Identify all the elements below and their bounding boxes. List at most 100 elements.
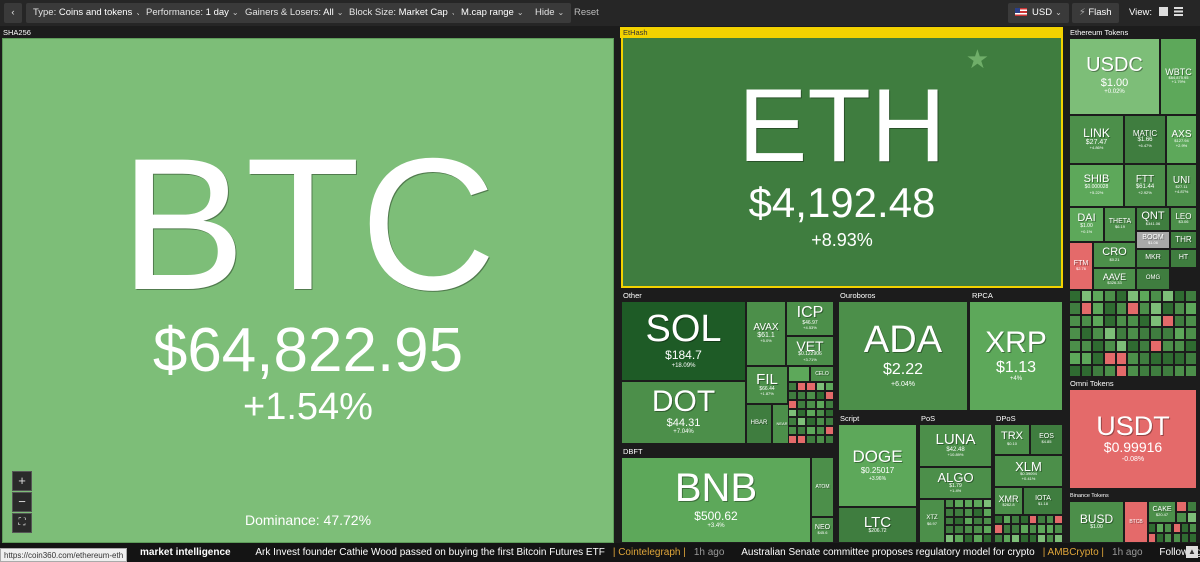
tile-iota[interactable]: IOTA $1.18 [1023,487,1063,515]
mini-coin-tile[interactable] [824,435,834,444]
mini-coin-tile[interactable] [1069,314,1081,328]
mini-coin-tile[interactable] [945,525,955,535]
mini-coin-tile[interactable] [1138,364,1151,377]
treemap-view-icon[interactable] [1158,7,1168,16]
mini-coin-tile[interactable] [1180,523,1189,533]
mini-coin-tile[interactable] [788,390,798,400]
mini-coin-tile[interactable] [806,435,816,444]
tile-wbtc[interactable]: WBTC $64,875.95 +1.79% [1160,38,1197,115]
zoom-in-button[interactable]: + [12,471,32,491]
mini-coin-tile[interactable] [1127,290,1139,303]
tile-celo[interactable]: CELO [810,366,834,382]
mini-coin-tile[interactable] [954,534,964,543]
mini-coin-tile[interactable] [1162,302,1174,315]
mini-coin-tile[interactable] [973,516,983,526]
tile-bnb[interactable]: BNB $500.62 +3.4% [621,457,811,543]
mini-coin-tile[interactable] [1148,533,1157,543]
tile-matic[interactable]: MATIC $1.66 +6.47% [1124,115,1166,164]
tile-atom[interactable]: ATOM [811,457,834,517]
mini-coin-tile[interactable] [806,390,816,400]
mini-coin-tile[interactable] [1173,364,1186,377]
mini-coin-tile[interactable] [1162,364,1174,377]
mini-coin-tile[interactable] [1185,302,1197,315]
mini-coin-tile[interactable] [1138,314,1151,328]
tile-algo[interactable]: ALGO $1.79 +1.4% [919,467,992,499]
tile-ada[interactable]: ADA $2.22 +6.04% [838,301,968,411]
tile-hbar[interactable]: HBAR [746,404,772,444]
tile-axs[interactable]: AXS $127.94 +2.9% [1166,115,1197,164]
mini-coin-tile[interactable] [945,507,955,517]
mini-coin-tile[interactable] [1127,314,1139,328]
mini-coin-tile[interactable] [1069,364,1081,377]
tile-ht[interactable]: HT [1170,249,1197,268]
mini-coin-tile[interactable] [1028,515,1038,525]
mini-coin-tile[interactable] [963,534,974,543]
mini-coin-tile[interactable] [797,399,807,409]
mini-coin-tile[interactable] [1028,524,1038,534]
mini-coin-tile[interactable] [1188,523,1197,533]
mini-coin-tile[interactable] [1172,523,1181,533]
mcap-range-dropdown[interactable]: M.cap range ⌄ [454,3,531,23]
mini-coin-tile[interactable] [1150,339,1163,353]
mini-coin-tile[interactable] [1080,364,1093,377]
mini-coin-tile[interactable] [973,499,983,508]
mini-coin-tile[interactable] [1069,339,1081,353]
tile-doge[interactable]: DOGE $0.25017 +3.96% [838,424,917,507]
mini-coin-tile[interactable] [1185,314,1197,328]
mini-coin-tile[interactable] [1080,327,1093,340]
mini-coin-tile[interactable] [1138,327,1151,340]
mini-coin-tile[interactable] [1028,533,1038,543]
mini-coin-tile[interactable] [1173,352,1186,365]
mini-coin-tile[interactable] [1092,339,1104,353]
tile-xmr[interactable]: XMR $262.8 [994,487,1023,515]
tile-mini[interactable] [788,366,810,382]
mini-coin-tile[interactable] [954,507,964,517]
mini-coin-tile[interactable] [1127,339,1139,353]
mini-coin-tile[interactable] [1150,290,1163,303]
mini-coin-tile[interactable] [1156,523,1165,533]
mini-coin-tile[interactable] [1045,515,1055,525]
mini-coin-tile[interactable] [1186,512,1197,523]
mini-coin-tile[interactable] [1138,352,1151,365]
mini-coin-tile[interactable] [994,524,1003,534]
gainers-losers-dropdown[interactable]: Gainers & Losers: All ⌄ [238,3,351,23]
tile-uni[interactable]: UNI $27.11 +4.87% [1166,164,1197,207]
mini-coin-tile[interactable] [1162,352,1174,365]
tile-btcb[interactable]: BTCB [1124,501,1148,543]
mini-coin-tile[interactable] [1185,352,1197,365]
mini-coin-tile[interactable] [1080,302,1093,315]
mini-coin-tile[interactable] [1138,290,1151,303]
mini-coin-tile[interactable] [963,507,974,517]
tile-theta[interactable]: THETA $6.19 [1104,207,1136,242]
tile-cro[interactable]: CRO $0.21 [1093,242,1136,268]
mini-coin-tile[interactable] [1127,327,1139,340]
mini-coin-tile[interactable] [797,408,807,418]
mini-coin-tile[interactable] [1103,352,1116,365]
tile-ltc[interactable]: LTC $206.72 [838,507,917,543]
mini-coin-tile[interactable] [788,417,798,427]
mini-coin-tile[interactable] [1162,327,1174,340]
mini-coin-tile[interactable] [1019,533,1029,543]
mini-coin-tile[interactable] [1092,290,1104,303]
mini-coin-tile[interactable] [1162,339,1174,353]
mini-coin-tile[interactable] [1103,290,1116,303]
mini-coin-tile[interactable] [824,408,834,418]
mini-coin-tile[interactable] [982,525,992,535]
mini-coin-tile[interactable] [1150,327,1163,340]
tile-eth[interactable]: ★ ETH $4,192.48 +8.93% [621,38,1063,288]
tile-dai[interactable]: DAI $1.00 +0.1% [1069,207,1104,242]
reset-button[interactable]: Reset [567,3,606,23]
hide-dropdown[interactable]: Hide ⌄ [528,3,572,23]
mini-coin-tile[interactable] [1069,302,1081,315]
mini-coin-tile[interactable] [963,516,974,526]
mini-coin-tile[interactable] [806,426,816,436]
tile-ftm[interactable]: FTM $2.76 [1069,242,1093,290]
mini-coin-tile[interactable] [1173,302,1186,315]
mini-coin-tile[interactable] [954,516,964,526]
mini-coin-tile[interactable] [1092,314,1104,328]
mini-coin-tile[interactable] [824,399,834,409]
mini-coin-tile[interactable] [1180,533,1189,543]
mini-coin-tile[interactable] [963,499,974,508]
mini-coin-tile[interactable] [797,426,807,436]
tile-qnt[interactable]: QNT $341.06 [1136,207,1170,231]
